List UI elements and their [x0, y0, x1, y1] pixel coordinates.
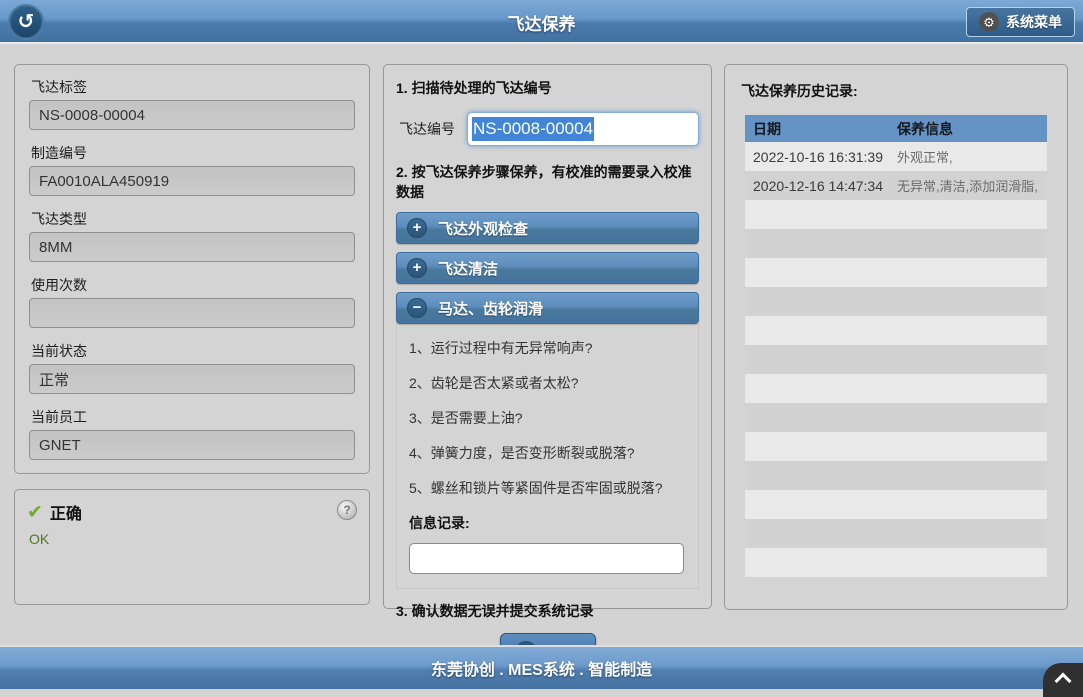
feeder-type-input: 8MM [29, 232, 355, 262]
feeder-tag-input: NS-0008-00004 [29, 100, 355, 130]
info-record-label: 信息记录: [409, 513, 684, 533]
history-info: 无异常,清洁,添加润滑脂, [895, 176, 1047, 195]
history-empty-row [745, 316, 1047, 345]
accordion-label: 飞达清洁 [438, 258, 498, 279]
column-header-date: 日期 [745, 119, 895, 139]
history-empty-row [745, 287, 1047, 316]
expand-icon: + [407, 218, 427, 238]
system-menu-label: 系统菜单 [1006, 12, 1062, 32]
history-info: 外观正常, [895, 147, 1047, 166]
maintenance-history-panel: 飞达保养历史记录: 日期 保养信息 2022-10-16 16:31:39 外观… [724, 64, 1068, 610]
status-message: OK [29, 531, 357, 547]
status-message-box: ✔ 正确 ? OK [14, 489, 370, 605]
footer-bar: 东莞协创 . MES系统 . 智能制造 [0, 645, 1083, 689]
history-empty-row [745, 548, 1047, 577]
history-title: 飞达保养历史记录: [741, 81, 1047, 101]
status-title: 正确 [50, 500, 82, 524]
accordion-motor-gear-lubrication[interactable]: − 马达、齿轮润滑 [396, 292, 699, 324]
help-icon[interactable]: ? [337, 500, 357, 520]
history-empty-row [745, 258, 1047, 287]
footer-text: 东莞协创 . MES系统 . 智能制造 [431, 656, 652, 680]
current-employee-label: 当前员工 [31, 407, 355, 425]
history-table-header: 日期 保养信息 [745, 115, 1047, 142]
feeder-number-label: 飞达编号 [396, 119, 455, 139]
step3-title: 3. 确认数据无误并提交系统记录 [396, 601, 699, 621]
collapse-icon: − [407, 298, 427, 318]
feeder-number-input[interactable]: NS-0008-00004 [467, 112, 699, 146]
accordion-label: 飞达外观检查 [438, 218, 528, 239]
info-record-input[interactable] [409, 543, 684, 574]
history-date: 2020-12-16 14:47:34 [745, 178, 895, 194]
history-row: 2022-10-16 16:31:39 外观正常, [745, 142, 1047, 171]
accordion-label: 马达、齿轮润滑 [438, 298, 543, 319]
column-header-info: 保养信息 [895, 119, 1047, 139]
history-row: 2020-12-16 14:47:34 无异常,清洁,添加润滑脂, [745, 171, 1047, 200]
history-empty-row [745, 345, 1047, 374]
selected-input-text: NS-0008-00004 [472, 117, 594, 141]
history-empty-row [745, 229, 1047, 258]
history-empty-row [745, 461, 1047, 490]
history-date: 2022-10-16 16:31:39 [745, 149, 895, 165]
feeder-tag-label: 飞达标签 [31, 77, 355, 95]
current-status-input: 正常 [29, 364, 355, 394]
current-employee-input: GNET [29, 430, 355, 460]
back-button[interactable]: ↺ [8, 4, 44, 40]
top-bar: ↺ 飞达保养 ⚙ 系统菜单 [0, 0, 1083, 44]
checklist-item: 2、齿轮是否太紧或者太松? [409, 373, 684, 393]
feeder-info-panel: 飞达标签 NS-0008-00004 制造编号 FA0010ALA450919 … [14, 64, 370, 474]
history-empty-row [745, 200, 1047, 229]
gear-icon: ⚙ [979, 12, 999, 32]
back-arrow-icon: ↺ [18, 12, 35, 32]
check-icon: ✔ [27, 503, 43, 522]
history-empty-row [745, 490, 1047, 519]
mfg-number-label: 制造编号 [31, 143, 355, 161]
feeder-type-label: 飞达类型 [31, 209, 355, 227]
checklist-item: 5、螺丝和锁片等紧固件是否牢固或脱落? [409, 478, 684, 498]
accordion-content: 1、运行过程中有无异常响声? 2、齿轮是否太紧或者太松? 3、是否需要上油? 4… [396, 324, 699, 589]
app-screen: ↺ 飞达保养 ⚙ 系统菜单 飞达标签 NS-0008-00004 制造编号 FA… [0, 0, 1083, 689]
usage-count-input [29, 298, 355, 328]
system-menu-button[interactable]: ⚙ 系统菜单 [966, 7, 1075, 37]
history-empty-row [745, 374, 1047, 403]
checklist-item: 1、运行过程中有无异常响声? [409, 338, 684, 358]
history-empty-row [745, 432, 1047, 461]
current-status-label: 当前状态 [31, 341, 355, 359]
history-empty-row [745, 403, 1047, 432]
expand-icon: + [407, 258, 427, 278]
step1-title: 1. 扫描待处理的飞达编号 [396, 78, 699, 98]
accordion-cleaning[interactable]: + 飞达清洁 [396, 252, 699, 284]
step2-title: 2. 按飞达保养步骤保养，有校准的需要录入校准数据 [396, 162, 699, 202]
checklist-item: 4、弹簧力度，是否变形断裂或脱落? [409, 443, 684, 463]
history-table: 日期 保养信息 2022-10-16 16:31:39 外观正常, 2020-1… [745, 115, 1047, 577]
usage-count-label: 使用次数 [31, 275, 355, 293]
page-title: 飞达保养 [0, 0, 1083, 44]
accordion-appearance-check[interactable]: + 飞达外观检查 [396, 212, 699, 244]
checklist-item: 3、是否需要上油? [409, 408, 684, 428]
mfg-number-input: FA0010ALA450919 [29, 166, 355, 196]
corner-overlay-button[interactable] [1043, 663, 1083, 697]
history-empty-row [745, 519, 1047, 548]
maintenance-steps-panel: 1. 扫描待处理的飞达编号 飞达编号 NS-0008-00004 2. 按飞达保… [383, 64, 712, 609]
